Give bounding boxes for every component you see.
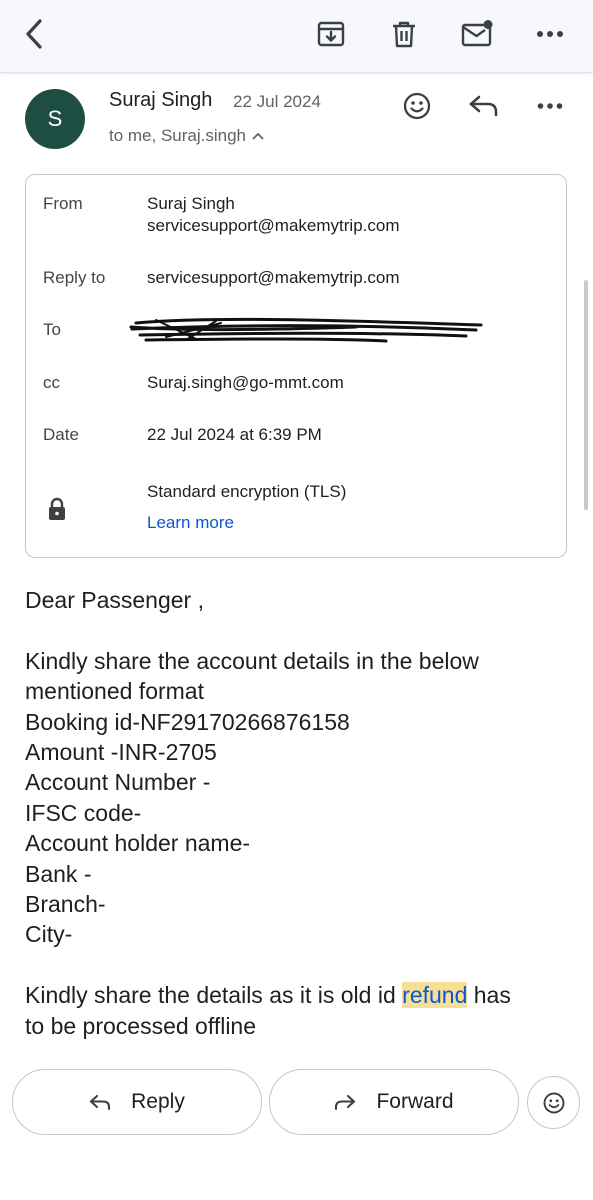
mark-unread-button[interactable] — [457, 14, 497, 54]
lock-icon — [49, 497, 65, 520]
closing-prefix: Kindly share the details as it is old id — [25, 982, 403, 1009]
body-line: IFSC code- — [25, 799, 142, 826]
body-line: Amount -INR-2705 — [25, 739, 217, 766]
date-value: 22 Jul 2024 at 6:39 PM — [147, 425, 322, 444]
chevron-left-icon — [26, 19, 42, 49]
closing-line-2: to be processed offline — [25, 1012, 257, 1039]
cc-label: cc — [43, 373, 60, 392]
forward-label: Forward — [376, 1090, 454, 1113]
emoji-reaction-bottom-button[interactable] — [527, 1076, 580, 1129]
message-body: Dear Passenger , Kindly share the accoun… — [25, 585, 575, 1041]
body-line: Account holder name- — [25, 830, 251, 857]
more-horizontal-icon — [537, 103, 563, 109]
more-options-button[interactable] — [530, 14, 570, 54]
closing-suffix: has — [467, 982, 511, 1009]
greeting: Dear Passenger , — [25, 587, 204, 613]
redacted-recipient-scribble — [129, 317, 483, 343]
forward-button[interactable]: Forward — [269, 1069, 519, 1135]
scrollbar[interactable] — [584, 280, 588, 510]
emoji-reaction-button[interactable] — [397, 86, 437, 126]
smiley-icon — [403, 92, 431, 120]
message-date: 22 Jul 2024 — [233, 92, 321, 111]
body-line: Bank - — [25, 860, 92, 887]
to-label: To — [43, 320, 61, 339]
archive-button[interactable] — [311, 14, 351, 54]
chevron-up-icon — [252, 132, 264, 140]
reply-to-label: Reply to — [43, 268, 106, 287]
from-email[interactable]: servicesupport@makemytrip.com — [147, 215, 400, 237]
mail-unread-icon — [461, 20, 493, 47]
from-label: From — [43, 194, 83, 213]
reply-button[interactable]: Reply — [12, 1069, 262, 1135]
reply-icon — [90, 1094, 111, 1111]
message-more-button[interactable] — [530, 86, 570, 126]
message-details-card: From Suraj Singh servicesupport@makemytr… — [25, 174, 567, 558]
from-name: Suraj Singh — [147, 194, 235, 213]
body-line: mentioned format — [25, 678, 204, 705]
body-line: Branch- — [25, 891, 106, 918]
avatar-letter: S — [47, 106, 63, 131]
body-line: Booking id-NF29170266876158 — [25, 708, 350, 735]
encryption-text: Standard encryption (TLS) — [147, 482, 347, 501]
recipients-text: to me, Suraj.singh — [109, 126, 247, 145]
top-toolbar — [0, 0, 593, 73]
sender-name[interactable]: Suraj Singh — [109, 89, 212, 112]
highlighted-search-term: refund — [402, 982, 468, 1009]
reply-label: Reply — [131, 1090, 185, 1113]
back-button[interactable] — [14, 14, 54, 54]
more-horizontal-icon — [537, 31, 563, 37]
smiley-icon — [543, 1092, 564, 1113]
forward-icon — [335, 1094, 356, 1111]
avatar[interactable]: S — [25, 89, 85, 149]
archive-icon — [317, 21, 345, 47]
learn-more-link[interactable]: Learn more — [147, 512, 234, 534]
body-line: Kindly share the account details in the … — [25, 647, 479, 674]
body-line: City- — [25, 921, 73, 948]
body-line: Account Number - — [25, 769, 211, 796]
reply-to-email[interactable]: servicesupport@makemytrip.com — [147, 267, 400, 289]
recipients-toggle[interactable]: to me, Suraj.singh — [109, 126, 264, 146]
cc-email[interactable]: Suraj.singh@go-mmt.com — [147, 372, 344, 394]
delete-button[interactable] — [384, 14, 424, 54]
reply-header-button[interactable] — [464, 86, 504, 126]
trash-icon — [393, 21, 415, 48]
date-label: Date — [43, 425, 79, 444]
closing-line: Kindly share the details as it is old id… — [25, 980, 575, 1010]
reply-icon — [469, 95, 498, 117]
